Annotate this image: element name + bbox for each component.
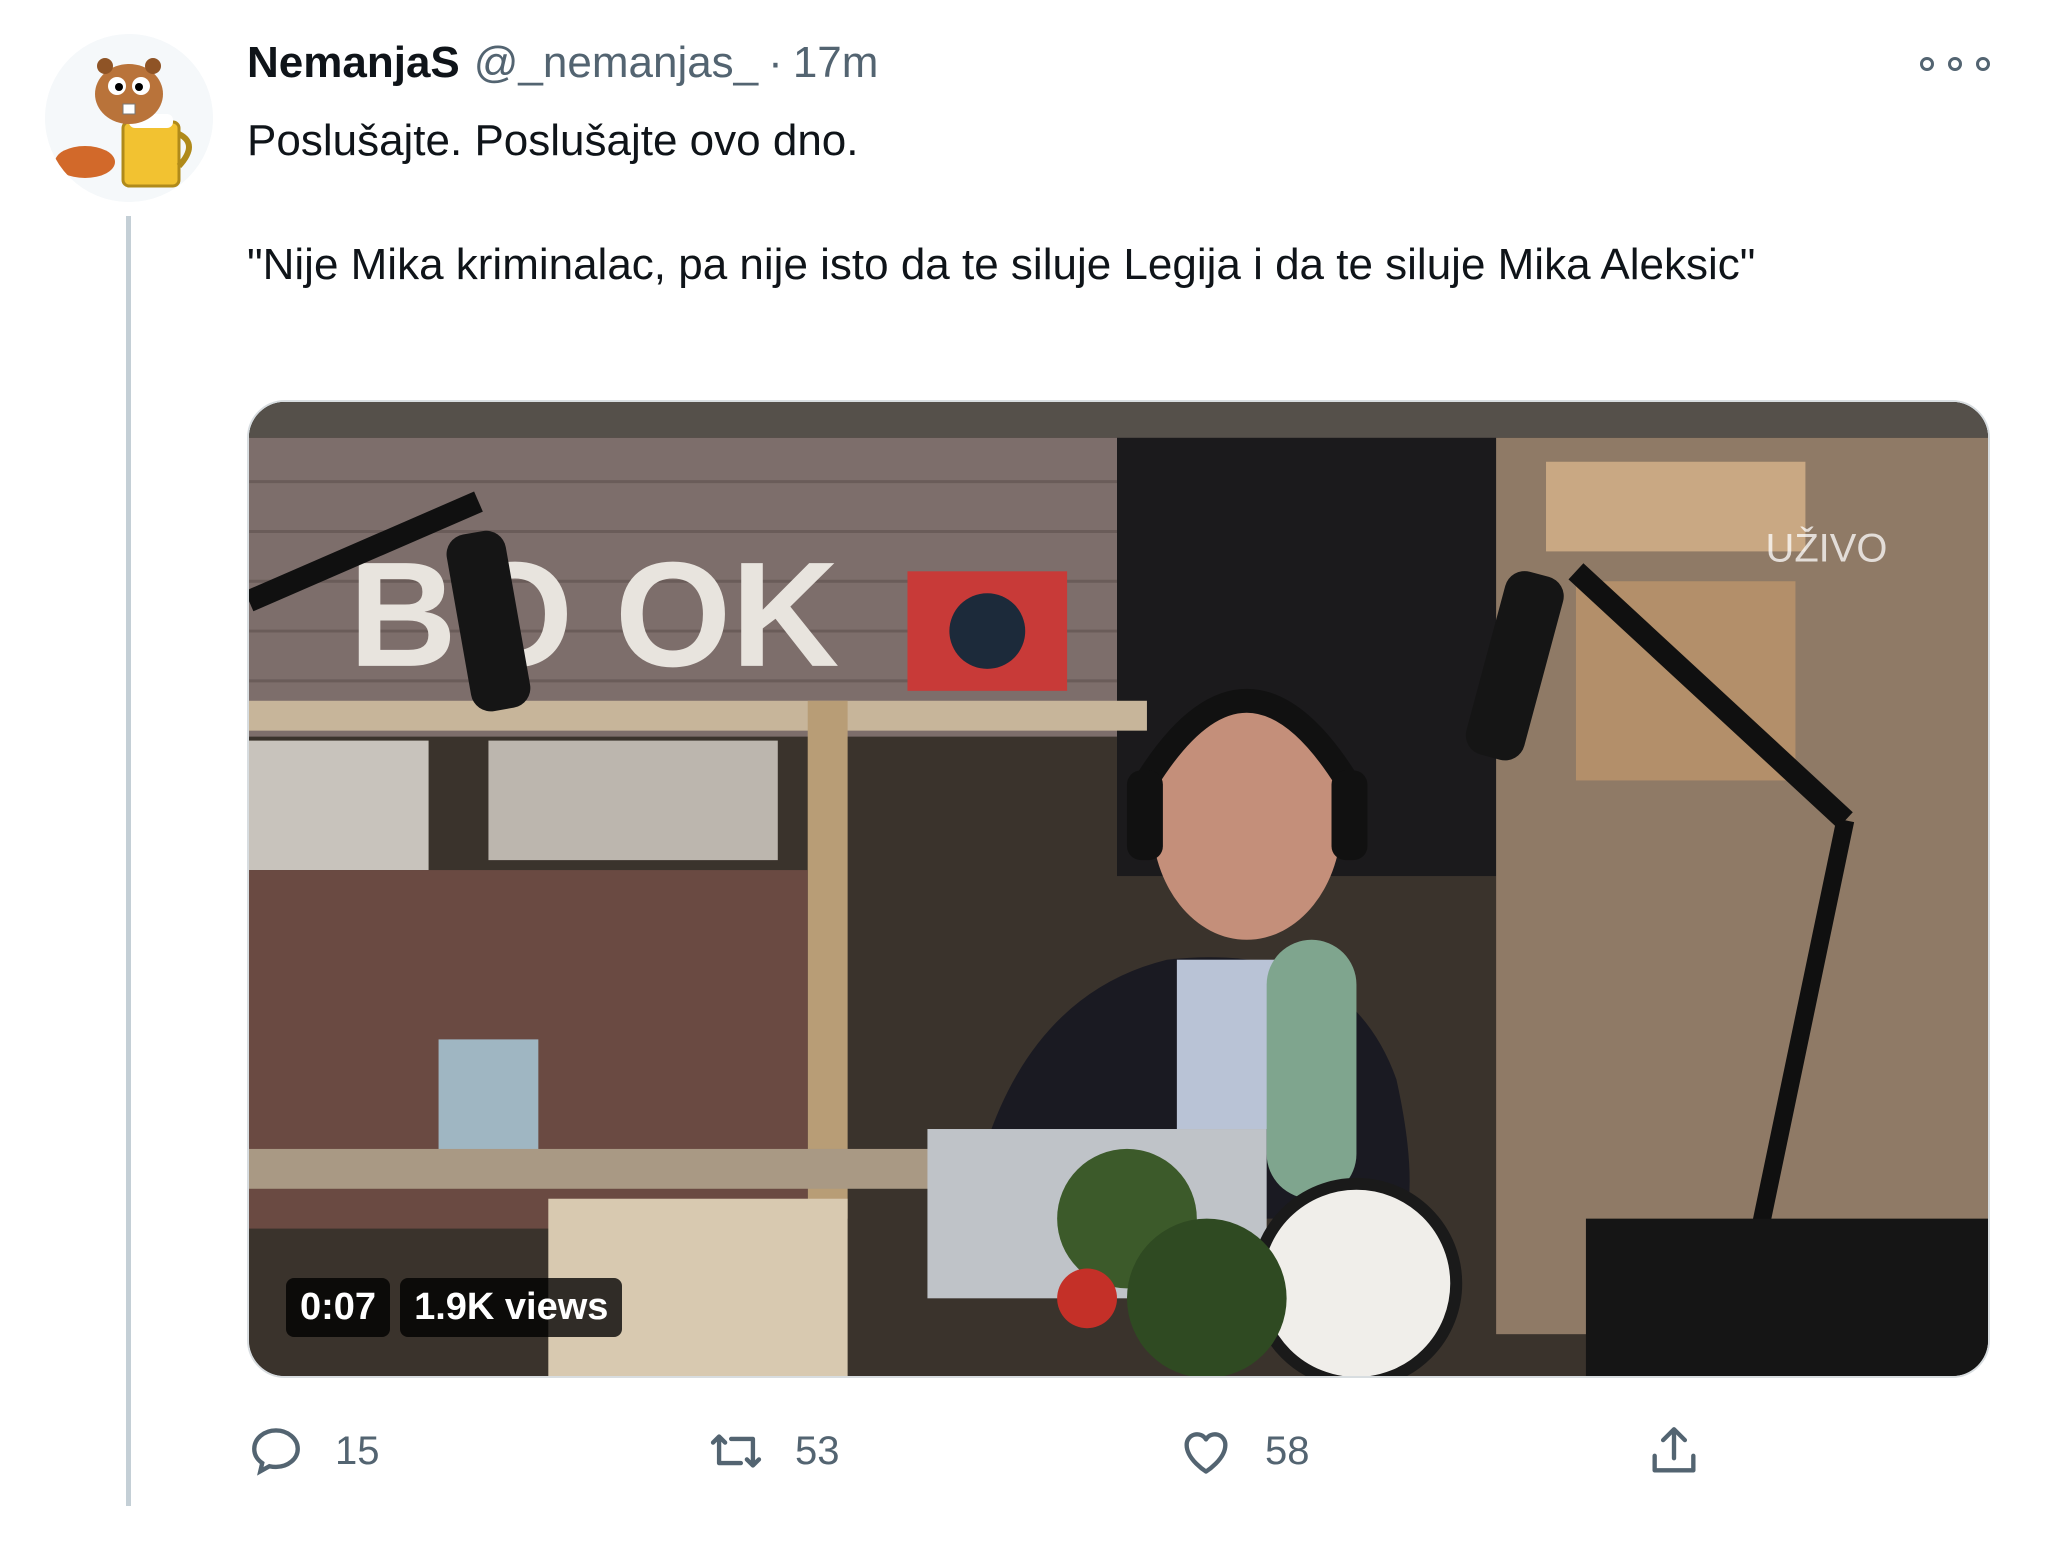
retweet-icon xyxy=(710,1434,762,1468)
beaver-avatar-icon xyxy=(45,34,213,202)
user-handle[interactable]: @_nemanjas_ xyxy=(474,38,758,88)
timestamp[interactable]: 17m xyxy=(793,38,879,88)
separator-dot: · xyxy=(768,38,783,87)
more-options-icon[interactable] xyxy=(1920,44,1990,84)
video-frame: BO OK UŽIVO xyxy=(249,402,1988,1376)
retweet-button[interactable]: 53 xyxy=(707,1416,840,1486)
tweet-line-2: "Nije Mika kriminalac, pa nije isto da t… xyxy=(247,240,1756,289)
video-duration: 0:07 xyxy=(286,1278,391,1337)
avatar[interactable] xyxy=(45,34,213,202)
like-count: 58 xyxy=(1265,1428,1310,1473)
retweet-count: 53 xyxy=(795,1428,840,1473)
reply-button[interactable]: 15 xyxy=(247,1416,380,1486)
svg-text:UŽIVO: UŽIVO xyxy=(1766,525,1888,570)
heart-icon xyxy=(1184,1432,1228,1474)
like-button[interactable]: 58 xyxy=(1177,1416,1310,1486)
thread-line xyxy=(126,216,131,1506)
video-player[interactable]: BO OK UŽIVO 0:07 1.9K views xyxy=(247,400,1990,1378)
video-overlay: 0:07 1.9K views xyxy=(286,1278,623,1337)
reply-count: 15 xyxy=(335,1428,380,1473)
video-views: 1.9K views xyxy=(400,1278,623,1337)
tweet-line-1: Poslušajte. Poslušajte ovo dno. xyxy=(247,116,859,165)
display-name[interactable]: NemanjaS xyxy=(247,38,460,88)
reply-icon xyxy=(252,1428,300,1476)
action-bar: 15 53 58 xyxy=(247,1416,1707,1486)
tweet-text: Poslušajte. Poslušajte ovo dno. "Nije Mi… xyxy=(247,110,1947,296)
share-icon xyxy=(1652,1427,1696,1473)
share-button[interactable] xyxy=(1645,1416,1703,1486)
svg-text:BO OK: BO OK xyxy=(349,531,840,698)
tweet-header: NemanjaS @_nemanjas_ · 17m xyxy=(247,38,878,92)
